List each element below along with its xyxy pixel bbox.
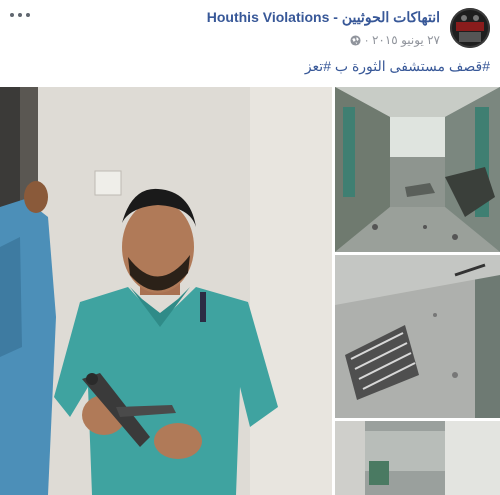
photo-damaged-corridor[interactable] (335, 87, 500, 252)
facebook-post: Houthis Violations - انتهاكات الحوثيين ٢… (0, 0, 500, 495)
hashtag-hospital[interactable]: #قصف مستشفى الثورة ب (335, 58, 490, 74)
page-name-link[interactable]: Houthis Violations - انتهاكات الحوثيين (207, 9, 440, 26)
post-meta: ٢٧ يونيو ٢٠١٥ · (350, 33, 440, 47)
hashtag-taiz[interactable]: #تعز (305, 58, 331, 74)
post-date[interactable]: ٢٧ يونيو ٢٠١٥ · (365, 33, 440, 47)
photo-hallway-debris[interactable] (335, 421, 500, 495)
more-options-icon[interactable] (10, 8, 30, 22)
page-avatar[interactable] (450, 8, 490, 48)
photo-fallen-window-grille[interactable] (335, 255, 500, 418)
photo-doctor-holding-shrapnel[interactable] (0, 87, 332, 495)
post-caption: #قصف مستشفى الثورة ب #تعز (305, 58, 490, 75)
globe-icon[interactable] (350, 34, 361, 46)
